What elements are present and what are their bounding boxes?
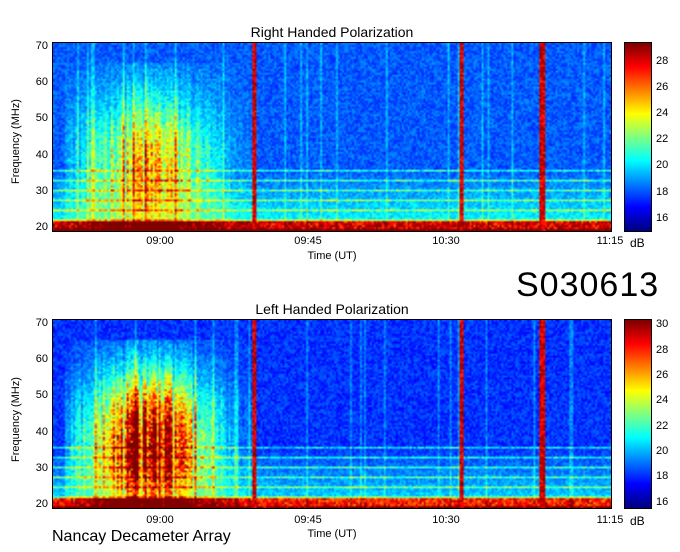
spectrogram-image-left (53, 320, 611, 508)
spectrogram-image-right (53, 43, 611, 231)
x-axis-label-right: Time (UT) (307, 250, 357, 262)
chart-title-left: Left Handed Polarization (255, 301, 409, 317)
colorbar-gradient-left (625, 320, 651, 508)
y-tick-label: 20 (35, 221, 48, 233)
y-tick-label: 70 (35, 317, 48, 329)
colorbar-tick-label: 18 (656, 470, 669, 483)
y-axis-label-right: Frequency (MHz) (10, 99, 22, 184)
colorbar-tick-label: 16 (656, 211, 669, 224)
y-tick-label: 60 (35, 353, 48, 365)
y-tick-label: 30 (35, 185, 48, 197)
spectrogram-left (52, 319, 612, 509)
y-tick-label: 40 (35, 149, 48, 161)
colorbar-tick-label: 30 (656, 318, 669, 331)
colorbar-tick-label: 26 (656, 369, 669, 381)
y-tick-label: 30 (35, 462, 48, 474)
y-tick-label: 50 (35, 112, 48, 124)
y-tick-label: 50 (35, 389, 48, 401)
colorbar-gradient-right (625, 43, 651, 231)
x-tick-label: 09:00 (146, 514, 174, 526)
spectrogram-right (52, 42, 612, 232)
y-tick-label: 40 (35, 426, 48, 438)
colorbar-tick-label: 24 (656, 394, 669, 407)
y-tick-label: 60 (35, 76, 48, 88)
colorbar-unit-right: dB (630, 236, 645, 250)
colorbar-tick-label: 28 (656, 54, 669, 67)
colorbar-tick-label: 28 (656, 343, 669, 356)
observation-id: S030613 (516, 266, 660, 304)
colorbar-right (624, 42, 652, 232)
colorbar-left (624, 319, 652, 509)
colorbar-tick-label: 20 (656, 159, 669, 172)
chart-title-right: Right Handed Polarization (250, 24, 414, 40)
station-name: Nancay Decameter Array (52, 528, 231, 545)
y-tick-label: 20 (35, 498, 48, 510)
x-tick-label: 11:15 (596, 235, 624, 247)
x-tick-label: 10:30 (432, 235, 460, 247)
colorbar-tick-label: 18 (656, 185, 669, 198)
x-tick-label: 10:30 (432, 514, 460, 526)
colorbar-tick-label: 26 (656, 80, 669, 93)
colorbar-tick-label: 22 (656, 133, 669, 146)
x-tick-label: 11:15 (596, 514, 624, 526)
colorbar-unit-left: dB (630, 514, 645, 528)
y-axis-label-left: Frequency (MHz) (10, 377, 22, 462)
colorbar-tick-label: 24 (656, 107, 669, 120)
spectrogram-figure: { "station": "Nancay Decameter Array", "… (0, 0, 680, 552)
colorbar-tick-label: 22 (656, 419, 669, 432)
x-tick-label: 09:45 (294, 235, 322, 247)
colorbar-tick-label: 20 (656, 445, 669, 457)
x-tick-label: 09:45 (294, 514, 322, 526)
y-tick-label: 70 (35, 40, 48, 52)
x-tick-label: 09:00 (146, 235, 174, 247)
colorbar-tick-label: 16 (656, 495, 669, 508)
